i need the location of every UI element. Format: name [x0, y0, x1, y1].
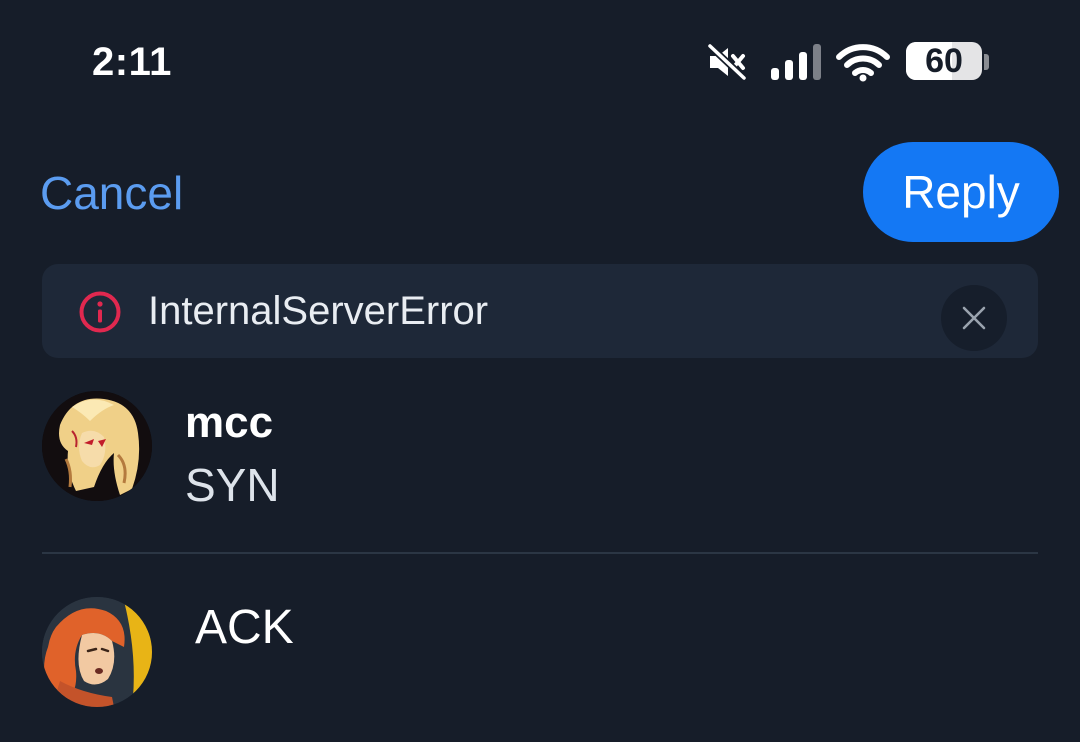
- info-circle-icon: [79, 291, 121, 333]
- divider: [42, 552, 1038, 554]
- status-icons: 60: [706, 40, 996, 84]
- avatar-image: [42, 597, 152, 707]
- compose-reply-screen: 2:11 60 Cancel Reply InternalServerError…: [0, 0, 1080, 742]
- avatar[interactable]: [42, 391, 152, 501]
- avatar-image: [42, 391, 152, 501]
- reply-button[interactable]: Reply: [863, 142, 1059, 242]
- avatar[interactable]: [42, 597, 152, 707]
- error-message: InternalServerError: [148, 289, 489, 333]
- battery-level: 60: [925, 42, 963, 80]
- reply-text-input[interactable]: ACK: [195, 600, 294, 656]
- error-banner: InternalServerError: [42, 264, 1038, 358]
- cancel-button[interactable]: Cancel: [40, 166, 183, 220]
- dismiss-error-button[interactable]: [941, 285, 1007, 351]
- status-time: 2:11: [92, 40, 172, 84]
- signal-icon: [771, 44, 821, 80]
- wifi-icon: [836, 44, 890, 82]
- close-icon: [962, 306, 986, 330]
- post-body-text: SYN: [185, 459, 280, 511]
- battery-nub: [984, 54, 989, 70]
- battery-icon: 60: [906, 42, 982, 80]
- mute-icon: [706, 43, 748, 81]
- post-author-name: mcc: [185, 398, 274, 447]
